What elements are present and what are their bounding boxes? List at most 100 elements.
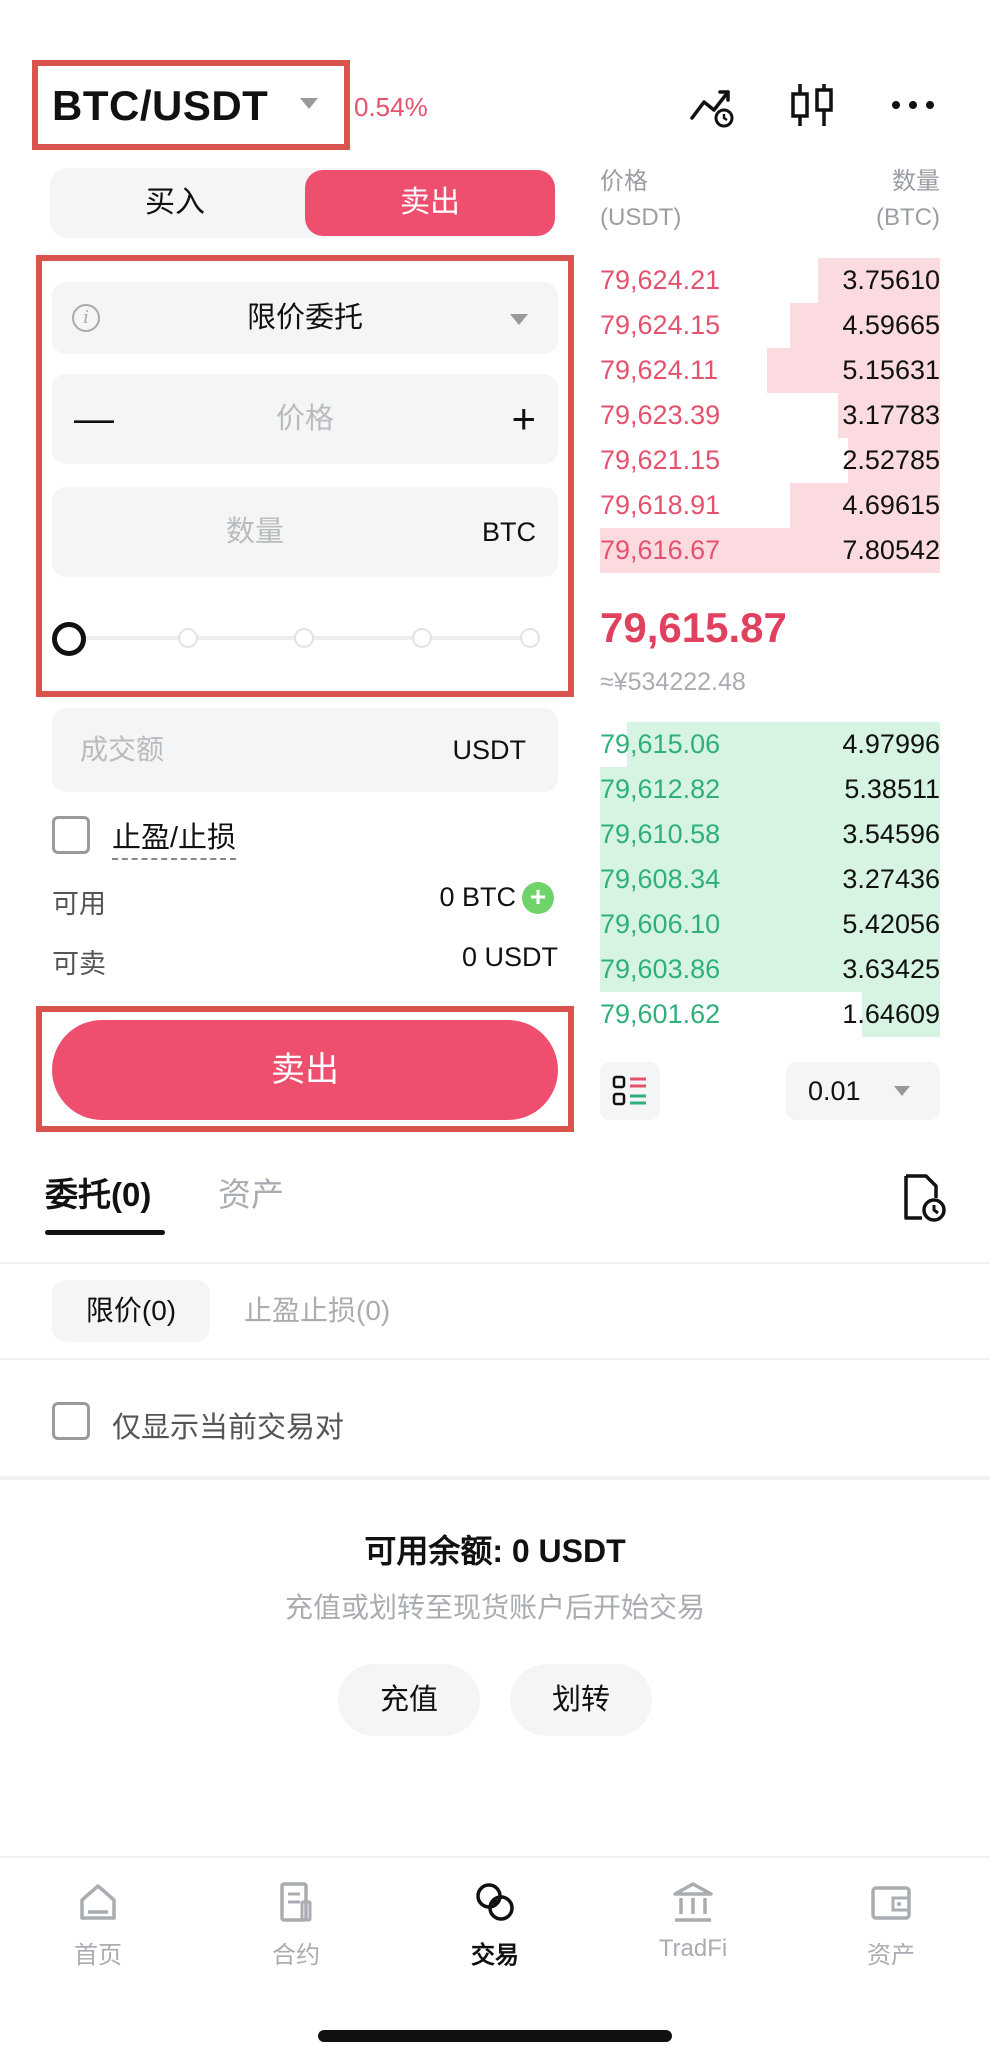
empty-state-hint: 充值或划转至现货账户后开始交易 (284, 1592, 705, 1623)
row-quantity: 4.59665 (842, 310, 940, 340)
pair-selector[interactable]: BTC/USDT (52, 82, 268, 130)
price-change: 0.54% (354, 92, 428, 122)
price-increment-button[interactable]: + (511, 374, 536, 464)
tab-assets[interactable]: 资产 (218, 1168, 284, 1216)
only-current-pair-label[interactable]: 仅显示当前交易对 (112, 1404, 344, 1446)
row-price: 79,603.86 (600, 954, 721, 984)
ask-row[interactable]: 79,621.15 2.52785 (600, 438, 940, 483)
price-step-value: 0.01 (808, 1076, 861, 1106)
slider-stop-75[interactable] (412, 628, 432, 648)
row-quantity: 3.27436 (842, 864, 940, 894)
contract-icon (280, 1882, 312, 1922)
qty-header-unit: (BTC) (876, 204, 940, 231)
order-type-label: 限价委托 (246, 302, 363, 334)
row-price: 79,608.34 (600, 864, 721, 894)
nav-home[interactable]: 首页 (38, 1878, 158, 1970)
slider-stop-50[interactable] (294, 628, 314, 648)
only-current-pair-checkbox[interactable] (52, 1402, 90, 1440)
row-quantity: 3.17783 (842, 400, 940, 430)
ask-row[interactable]: 79,618.91 4.69615 (600, 483, 940, 528)
slider-stop-25[interactable] (178, 628, 198, 648)
price-header-unit: (USDT) (600, 204, 682, 231)
caret-down-icon[interactable] (300, 98, 318, 109)
bid-row[interactable]: 79,608.34 3.27436 (600, 857, 940, 902)
nav-divider (0, 1856, 990, 1858)
ask-row[interactable]: 79,624.11 5.15631 (600, 348, 940, 393)
row-quantity: 5.42056 (842, 909, 940, 939)
total-placeholder: 成交额 (80, 734, 165, 765)
home-indicator (318, 2030, 672, 2042)
nav-label: 交易 (471, 1942, 519, 1969)
nav-assets[interactable]: 资产 (831, 1878, 951, 1970)
price-header-label: 价格 (600, 168, 648, 195)
bid-row[interactable]: 79,603.86 3.63425 (600, 947, 940, 992)
price-step-select[interactable]: 0.01 (786, 1062, 940, 1120)
add-funds-icon[interactable]: + (522, 882, 554, 914)
tpsl-label[interactable]: 止盈/止损 (112, 814, 237, 860)
orderbook-view-toggle[interactable] (600, 1062, 660, 1120)
divider (0, 1476, 990, 1480)
sell-button[interactable]: 卖出 (52, 1020, 558, 1120)
subtab-limit[interactable]: 限价(0) (52, 1280, 210, 1342)
slider-stop-100[interactable] (520, 628, 540, 648)
nav-trade[interactable]: 交易 (435, 1878, 555, 1970)
slider-handle[interactable] (52, 622, 86, 656)
tab-sell[interactable]: 卖出 (305, 170, 555, 236)
more-icon[interactable] (888, 80, 938, 130)
home-icon (80, 1884, 116, 1920)
subtab-tpsl[interactable]: 止盈止损(0) (244, 1280, 390, 1342)
row-price: 79,624.21 (600, 265, 721, 295)
row-price: 79,621.15 (600, 445, 721, 475)
row-quantity: 5.38511 (844, 774, 940, 804)
bid-row[interactable]: 79,615.06 4.97996 (600, 722, 940, 767)
quantity-input[interactable]: 数量 BTC (52, 487, 558, 577)
chevron-down-icon (510, 314, 528, 325)
bank-icon (673, 1882, 713, 1922)
candlestick-chart-icon[interactable] (788, 80, 838, 130)
total-input[interactable]: 成交额 USDT (52, 708, 558, 792)
order-type-select[interactable]: i 限价委托 (52, 282, 558, 354)
nav-tradfi[interactable]: TradFi (633, 1878, 753, 1963)
trade-icon (476, 1883, 514, 1921)
ask-row[interactable]: 79,616.67 7.80542 (600, 528, 940, 573)
last-price[interactable]: 79,615.87 (600, 604, 787, 652)
available-label: 可用 (52, 889, 106, 919)
divider (0, 1262, 990, 1264)
price-placeholder: 价格 (275, 403, 334, 435)
orderbook-price-header: 价格 (USDT) (600, 164, 681, 236)
transfer-button[interactable]: 划转 (510, 1664, 652, 1736)
bid-row[interactable]: 79,606.10 5.42056 (600, 902, 940, 947)
ask-row[interactable]: 79,623.39 3.17783 (600, 393, 940, 438)
sellable-value: 0 USDT (461, 942, 558, 972)
tpsl-checkbox[interactable] (52, 816, 90, 854)
tab-buy[interactable]: 买入 (50, 168, 300, 238)
quantity-unit: BTC (482, 517, 536, 547)
row-quantity: 1.64609 (842, 999, 940, 1029)
price-input[interactable]: — 价格 + (52, 374, 558, 464)
row-price: 79,612.82 (600, 774, 721, 804)
list-layout-icon (612, 1075, 646, 1106)
price-alert-icon[interactable] (688, 80, 738, 130)
ask-row[interactable]: 79,624.21 3.75610 (600, 258, 940, 303)
bid-row[interactable]: 79,612.82 5.38511 (600, 767, 940, 812)
nav-contract[interactable]: 合约 (236, 1878, 356, 1970)
ask-row[interactable]: 79,624.15 4.59665 (600, 303, 940, 348)
bid-row[interactable]: 79,610.58 3.54596 (600, 812, 940, 857)
active-tab-indicator (45, 1230, 165, 1235)
deposit-button[interactable]: 充值 (338, 1664, 480, 1736)
chevron-down-icon (894, 1086, 910, 1096)
tab-orders[interactable]: 委托(0) (45, 1168, 151, 1216)
order-history-icon[interactable] (898, 1172, 948, 1224)
row-quantity: 7.80542 (842, 535, 940, 565)
row-quantity: 4.69615 (842, 490, 940, 520)
row-price: 79,601.62 (600, 999, 721, 1029)
quantity-placeholder: 数量 (225, 516, 284, 548)
row-price: 79,623.39 (600, 400, 721, 430)
row-price: 79,615.06 (600, 729, 721, 759)
row-price: 79,624.11 (600, 355, 719, 385)
orderbook-qty-header: 数量 (BTC) (876, 164, 940, 236)
sellable-label: 可卖 (52, 949, 106, 979)
total-unit: USDT (452, 735, 527, 765)
bid-row[interactable]: 79,601.62 1.64609 (600, 992, 940, 1037)
nav-label: TradFi (658, 1935, 728, 1962)
